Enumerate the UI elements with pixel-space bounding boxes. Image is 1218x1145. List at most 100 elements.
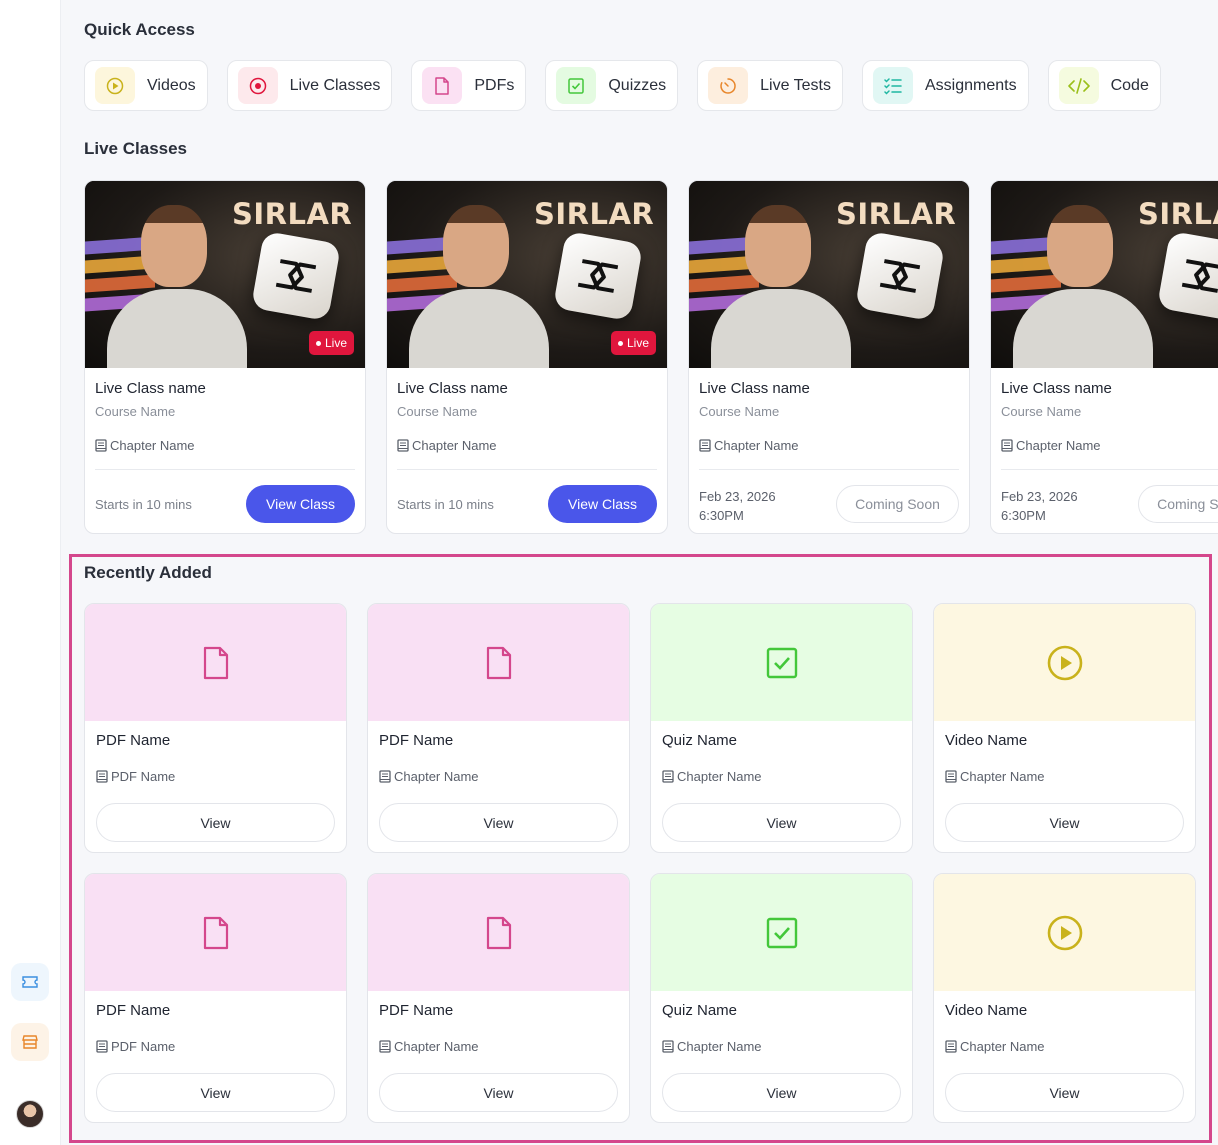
sidebar-ticket-button[interactable] (11, 963, 49, 1001)
capcut-logo-icon (854, 230, 946, 322)
recent-item-preview (85, 874, 346, 991)
main-content: Quick Access Videos Live Classes PDFs Qu… (61, 0, 1218, 1145)
thumbnail-brand-text: SIRLAR (836, 197, 957, 231)
play-circle-icon (95, 67, 135, 104)
quick-access-assignments[interactable]: Assignments (862, 60, 1029, 111)
start-status: Starts in 10 mins (95, 497, 192, 512)
checkbox-icon (766, 917, 797, 948)
chapter-label: Chapter Name (379, 1039, 479, 1054)
thumbnail-brand-text: SIRLAR (534, 197, 655, 231)
file-icon (486, 646, 511, 679)
book-icon (379, 1040, 391, 1053)
recent-item-preview (651, 874, 912, 991)
file-icon (203, 646, 228, 679)
view-button[interactable]: View (96, 1073, 335, 1112)
recently-added-title: Recently Added (84, 563, 212, 582)
recent-item-name: Quiz Name (662, 1002, 738, 1019)
quick-access-live-classes[interactable]: Live Classes (226, 60, 393, 111)
recently-added-grid: PDF Name PDF Name View PDF Name Chapter … (84, 603, 1196, 1123)
quick-access-label: Live Classes (289, 76, 381, 94)
chapter-label: PDF Name (96, 769, 175, 784)
live-classes-row: SIRLAR Live Live Class name Course Name … (84, 180, 1218, 534)
record-icon (237, 67, 278, 104)
live-class-name: Live Class name (1001, 380, 1112, 397)
live-class-card[interactable]: SIRLAR Live Live Class name Course Name … (84, 180, 366, 534)
checkbox-icon (766, 647, 797, 678)
sidebar-store-button[interactable] (11, 1023, 49, 1061)
course-name: Course Name (95, 404, 176, 419)
recent-item-preview (651, 604, 912, 721)
book-icon (1001, 439, 1013, 452)
view-button[interactable]: View (662, 1073, 901, 1112)
recent-item-card[interactable]: Quiz Name Chapter Name View (650, 873, 913, 1123)
recent-item-preview (368, 874, 629, 991)
book-icon (397, 439, 409, 452)
recent-item-preview (934, 604, 1195, 721)
class-date: Feb 23, 2026 (699, 489, 776, 504)
recent-item-card[interactable]: PDF Name Chapter Name View (367, 603, 630, 853)
quick-access-label: PDFs (474, 76, 515, 94)
quick-access-code[interactable]: Code (1047, 60, 1161, 111)
thumbnail-brand-text: SIRLAR (1138, 197, 1218, 231)
recent-item-card[interactable]: PDF Name Chapter Name View (367, 873, 630, 1123)
quick-access-label: Quizzes (608, 76, 667, 94)
chapter-label: Chapter Name (1001, 438, 1101, 453)
quick-access-quizzes[interactable]: Quizzes (545, 60, 679, 111)
file-icon (203, 916, 228, 949)
chapter-label: PDF Name (96, 1039, 175, 1054)
class-datetime: Feb 23, 2026 6:30PM (1001, 487, 1078, 525)
class-datetime: Feb 23, 2026 6:30PM (699, 487, 776, 525)
quick-access-label: Videos (147, 76, 196, 94)
live-class-card[interactable]: SIRLAR Live Live Class name Course Name … (386, 180, 668, 534)
live-class-thumbnail: SIRLAR (689, 181, 969, 368)
capcut-logo-icon (250, 230, 342, 322)
quick-access-pdfs[interactable]: PDFs (411, 60, 527, 111)
coming-soon-button: Coming Soon (1138, 485, 1218, 523)
recent-item-card[interactable]: PDF Name PDF Name View (84, 873, 347, 1123)
recent-item-name: Video Name (945, 1002, 1028, 1019)
quick-access-videos[interactable]: Videos (84, 60, 208, 111)
start-status: Starts in 10 mins (397, 497, 494, 512)
view-class-button[interactable]: View Class (548, 485, 657, 523)
divider (1001, 469, 1218, 470)
recent-item-name: PDF Name (379, 1002, 454, 1019)
divider (397, 469, 657, 470)
course-name: Course Name (1001, 404, 1082, 419)
quick-access-live-tests[interactable]: Live Tests (697, 60, 843, 111)
quick-access-title: Quick Access (84, 20, 195, 39)
view-button[interactable]: View (379, 1073, 618, 1112)
live-class-card[interactable]: SIRLAR Live Class name Course Name Chapt… (990, 180, 1218, 534)
book-icon (945, 1040, 957, 1053)
recent-item-card[interactable]: Video Name Chapter Name View (933, 603, 1196, 853)
live-class-thumbnail: SIRLAR (991, 181, 1218, 368)
view-button[interactable]: View (96, 803, 335, 842)
book-icon (95, 439, 107, 452)
recent-item-name: Video Name (945, 732, 1028, 749)
quick-access-label: Assignments (925, 76, 1017, 94)
chapter-label: Chapter Name (662, 769, 762, 784)
view-button[interactable]: View (945, 1073, 1184, 1112)
play-circle-icon (1047, 645, 1082, 680)
book-icon (379, 770, 391, 783)
view-button[interactable]: View (945, 803, 1184, 842)
view-button[interactable]: View (662, 803, 901, 842)
view-button[interactable]: View (379, 803, 618, 842)
book-icon (96, 770, 108, 783)
timer-icon (708, 67, 749, 104)
book-icon (662, 770, 674, 783)
course-name: Course Name (699, 404, 780, 419)
view-class-button[interactable]: View Class (246, 485, 355, 523)
book-icon (699, 439, 711, 452)
file-icon (422, 67, 463, 104)
live-class-card[interactable]: SIRLAR Live Class name Course Name Chapt… (688, 180, 970, 534)
checkbox-icon (556, 67, 597, 104)
checklist-icon (873, 67, 913, 104)
recent-item-card[interactable]: Video Name Chapter Name View (933, 873, 1196, 1123)
recent-item-card[interactable]: PDF Name PDF Name View (84, 603, 347, 853)
book-icon (945, 770, 957, 783)
recent-item-name: PDF Name (379, 732, 454, 749)
class-date: Feb 23, 2026 (1001, 489, 1078, 504)
chapter-label: Chapter Name (662, 1039, 762, 1054)
recent-item-card[interactable]: Quiz Name Chapter Name View (650, 603, 913, 853)
user-avatar[interactable] (16, 1100, 44, 1128)
